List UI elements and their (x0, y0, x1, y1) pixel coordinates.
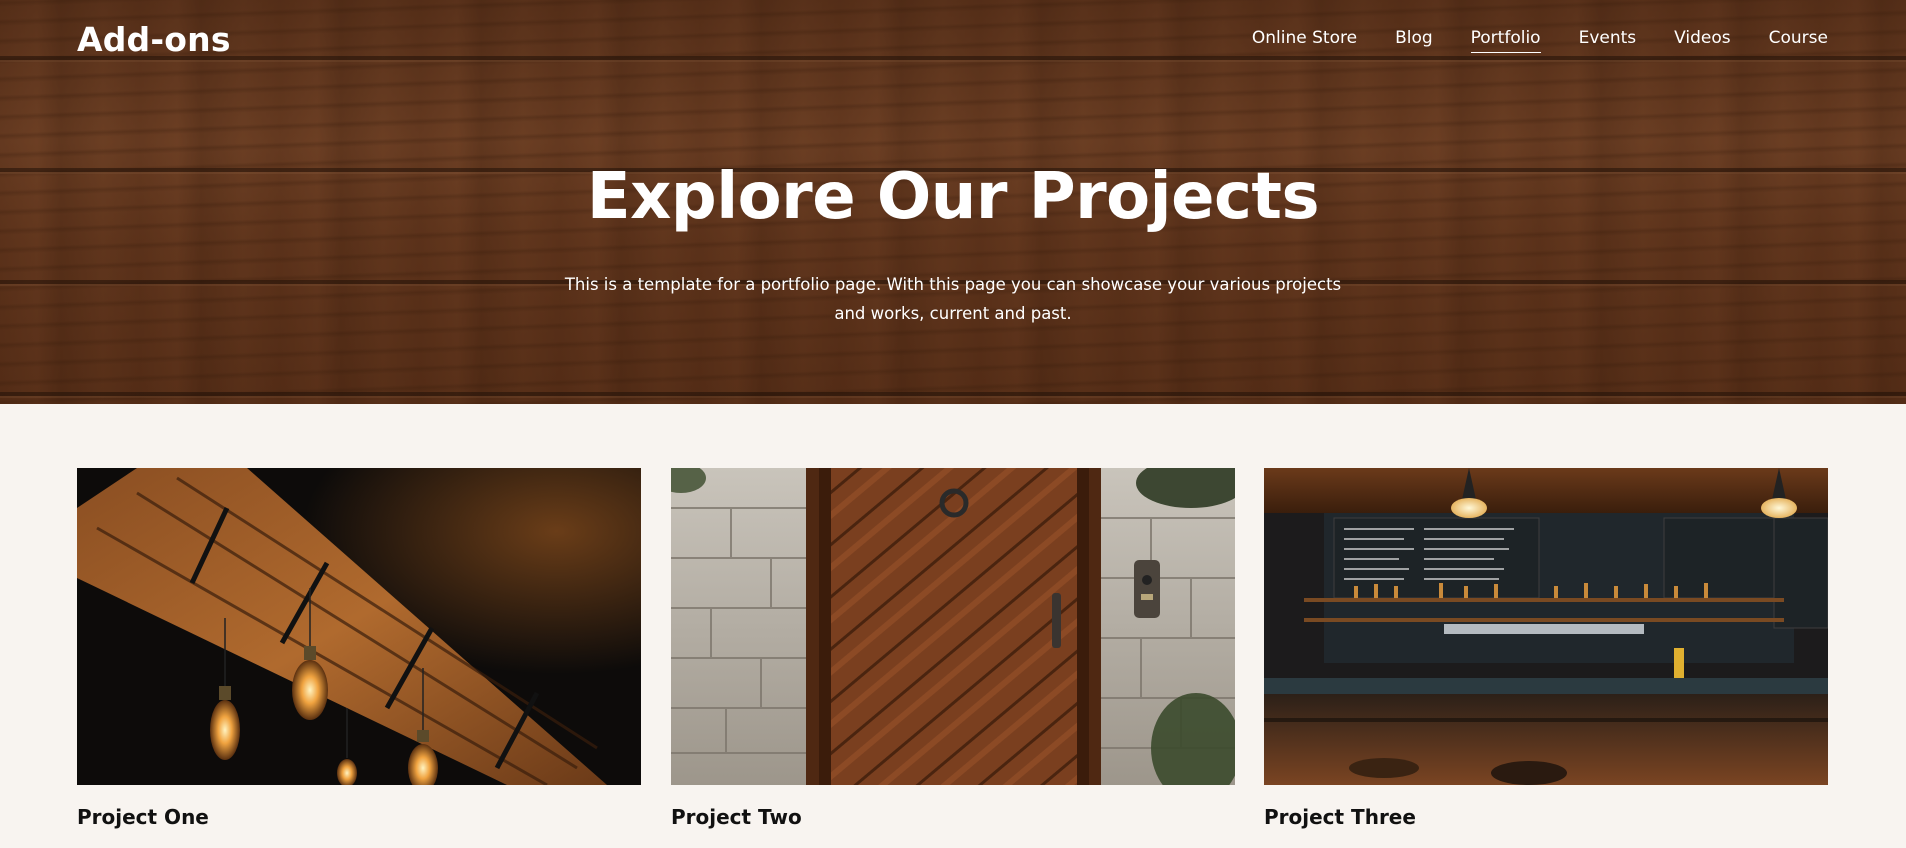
nav-item-videos[interactable]: Videos (1674, 28, 1731, 53)
hero-description: This is a template for a portfolio page.… (564, 275, 1342, 323)
project-two-title[interactable]: Project Two (671, 805, 1235, 829)
main-nav: Online Store Blog Portfolio Events Video… (1252, 28, 1828, 53)
project-two-image[interactable] (671, 468, 1235, 785)
nav-item-blog[interactable]: Blog (1395, 28, 1433, 53)
nav-item-online-store[interactable]: Online Store (1252, 28, 1357, 53)
project-card-one[interactable]: Project One (77, 468, 641, 829)
project-three-title[interactable]: Project Three (1264, 805, 1828, 829)
project-three-image[interactable] (1264, 468, 1828, 785)
project-card-three[interactable]: Project Three (1264, 468, 1828, 829)
nav-item-course[interactable]: Course (1769, 28, 1828, 53)
nav-item-portfolio[interactable]: Portfolio (1470, 28, 1541, 53)
nav-item-events[interactable]: Events (1579, 28, 1637, 53)
site-logo[interactable]: Add-ons (77, 20, 231, 59)
page-title: Explore Our Projects (586, 160, 1320, 234)
project-one-image[interactable] (77, 468, 641, 785)
hero-banner: Add-ons Online Store Blog Portfolio Even… (0, 0, 1906, 404)
project-card-two[interactable]: Project Two (671, 468, 1235, 829)
project-one-title[interactable]: Project One (77, 805, 641, 829)
